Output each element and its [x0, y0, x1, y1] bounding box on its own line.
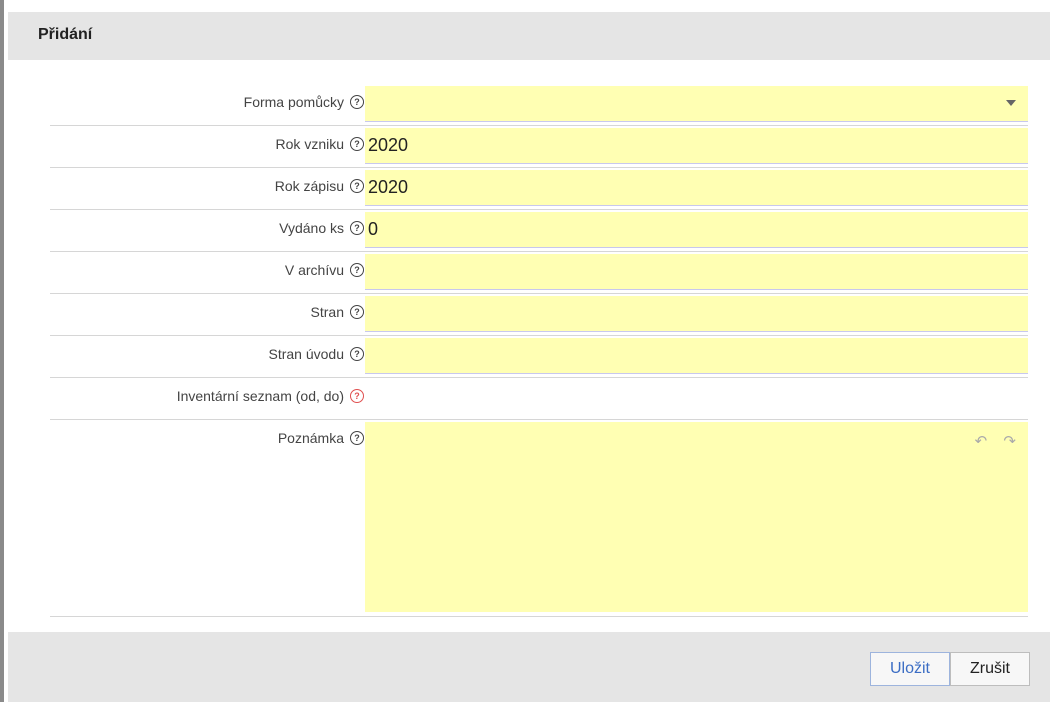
rok-vzniku-input[interactable]: 2020	[365, 128, 1028, 164]
field-label: Forma pomůcky?	[244, 94, 364, 110]
help-icon[interactable]: ?	[350, 95, 364, 109]
dialog-header: Přidání	[8, 12, 1050, 60]
form-row-inventarni-seznam: Inventární seznam (od, do)?	[50, 378, 1028, 420]
form-row-stran-uvodu: Stran úvodu?	[50, 336, 1028, 378]
v-archivu-input[interactable]	[365, 254, 1028, 290]
field-label: Rok vzniku?	[276, 136, 364, 152]
form-row-vydano-ks: Vydáno ks? 0	[50, 210, 1028, 252]
dropdown-arrow-icon[interactable]	[1006, 100, 1016, 106]
help-icon[interactable]: ?	[350, 221, 364, 235]
vydano-ks-input[interactable]: 0	[365, 212, 1028, 248]
help-icon[interactable]: ?	[350, 389, 364, 403]
field-label: Stran?	[311, 304, 364, 320]
help-icon[interactable]: ?	[350, 347, 364, 361]
undo-icon[interactable]: ↶	[975, 433, 988, 450]
help-icon[interactable]: ?	[350, 179, 364, 193]
help-icon[interactable]: ?	[350, 137, 364, 151]
add-dialog: Přidání Forma pomůcky? Rok vzniku? 2020 …	[0, 0, 1050, 702]
save-button[interactable]: Uložit	[870, 652, 950, 686]
textarea-toolbar: ↶ ↷	[963, 432, 1016, 450]
form-row-rok-zapisu: Rok zápisu? 2020	[50, 168, 1028, 210]
stran-input[interactable]	[365, 296, 1028, 332]
cancel-button[interactable]: Zrušit	[950, 652, 1030, 686]
help-icon[interactable]: ?	[350, 431, 364, 445]
forma-pomucky-select[interactable]	[365, 86, 1028, 122]
field-label: V archívu?	[285, 262, 364, 278]
field-label: Inventární seznam (od, do)?	[177, 388, 364, 404]
field-label: Stran úvodu?	[269, 346, 364, 362]
field-label: Rok zápisu?	[275, 178, 364, 194]
dialog-title: Přidání	[38, 26, 93, 43]
form-row-forma-pomucky: Forma pomůcky?	[50, 84, 1028, 126]
dialog-footer: Uložit Zrušit	[8, 632, 1050, 702]
help-icon[interactable]: ?	[350, 263, 364, 277]
form-row-v-archivu: V archívu?	[50, 252, 1028, 294]
form-row-poznamka: Poznámka? ↶ ↷	[50, 420, 1028, 617]
poznamka-textarea[interactable]: ↶ ↷	[365, 422, 1028, 612]
field-label: Vydáno ks?	[279, 220, 364, 236]
rok-zapisu-input[interactable]: 2020	[365, 170, 1028, 206]
redo-icon[interactable]: ↷	[1003, 433, 1016, 450]
help-icon[interactable]: ?	[350, 305, 364, 319]
stran-uvodu-input[interactable]	[365, 338, 1028, 374]
form-row-stran: Stran?	[50, 294, 1028, 336]
add-form: Forma pomůcky? Rok vzniku? 2020 Rok zápi…	[50, 84, 1028, 617]
field-label: Poznámka?	[278, 430, 364, 446]
form-row-rok-vzniku: Rok vzniku? 2020	[50, 126, 1028, 168]
